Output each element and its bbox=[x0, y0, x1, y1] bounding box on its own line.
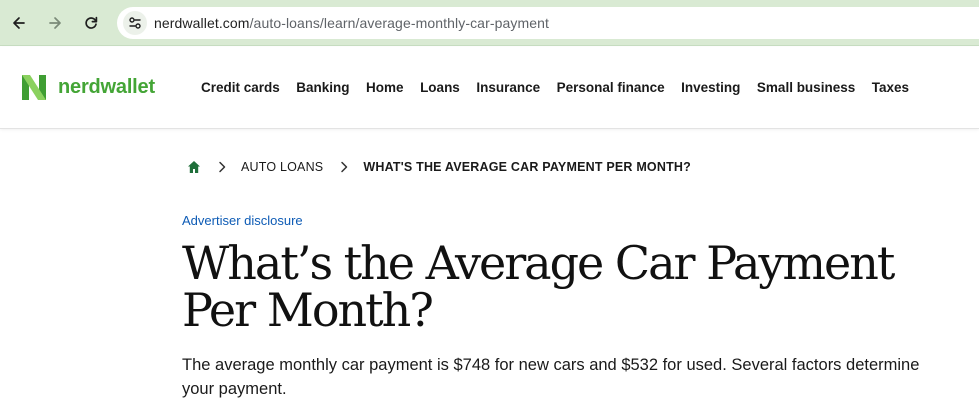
reload-icon bbox=[85, 16, 98, 29]
breadcrumb: AUTO LOANS WHAT'S THE AVERAGE CAR PAYMEN… bbox=[187, 160, 691, 174]
nav-loans[interactable]: Loans bbox=[420, 80, 460, 95]
site-header: nerdwallet Credit cards Banking Home Loa… bbox=[0, 47, 979, 129]
page-title: What’s the Average Car Payment Per Month… bbox=[182, 236, 895, 337]
back-button[interactable] bbox=[7, 11, 31, 35]
reload-button[interactable] bbox=[79, 11, 103, 35]
nav-home[interactable]: Home bbox=[366, 80, 404, 95]
chevron-right-icon bbox=[219, 161, 226, 173]
arrow-right-icon bbox=[49, 17, 61, 29]
nav-banking[interactable]: Banking bbox=[296, 80, 349, 95]
nerdwallet-logo[interactable]: nerdwallet bbox=[22, 75, 155, 100]
nav-small-business[interactable]: Small business bbox=[757, 80, 855, 95]
url-host: nerdwallet.com bbox=[154, 15, 250, 31]
breadcrumb-current-page: WHAT'S THE AVERAGE CAR PAYMENT PER MONTH… bbox=[363, 160, 691, 174]
url-path: /auto-loans/learn/average-monthly-car-pa… bbox=[249, 15, 549, 31]
nav-investing[interactable]: Investing bbox=[681, 80, 740, 95]
main-nav: Credit cards Banking Home Loans Insuranc… bbox=[201, 80, 926, 95]
tune-icon bbox=[129, 17, 141, 29]
nav-personal-finance[interactable]: Personal finance bbox=[557, 80, 665, 95]
nav-insurance[interactable]: Insurance bbox=[476, 80, 540, 95]
nav-credit-cards[interactable]: Credit cards bbox=[201, 80, 280, 95]
browser-toolbar: nerdwallet.com/auto-loans/learn/average-… bbox=[0, 0, 979, 46]
breadcrumb-auto-loans[interactable]: AUTO LOANS bbox=[241, 160, 323, 174]
nav-taxes[interactable]: Taxes bbox=[872, 80, 909, 95]
advertiser-disclosure-link[interactable]: Advertiser disclosure bbox=[182, 213, 303, 228]
address-bar[interactable]: nerdwallet.com/auto-loans/learn/average-… bbox=[117, 7, 979, 39]
logo-text: nerdwallet bbox=[58, 76, 155, 98]
article-summary: The average monthly car payment is $748 … bbox=[182, 356, 920, 398]
url-text[interactable]: nerdwallet.com/auto-loans/learn/average-… bbox=[154, 15, 549, 31]
forward-button[interactable] bbox=[43, 11, 67, 35]
home-icon[interactable] bbox=[187, 160, 201, 174]
site-info-button[interactable] bbox=[123, 11, 147, 35]
arrow-left-icon bbox=[13, 17, 25, 29]
chevron-right-icon bbox=[341, 161, 348, 173]
nerdwallet-logo-icon bbox=[22, 75, 46, 100]
